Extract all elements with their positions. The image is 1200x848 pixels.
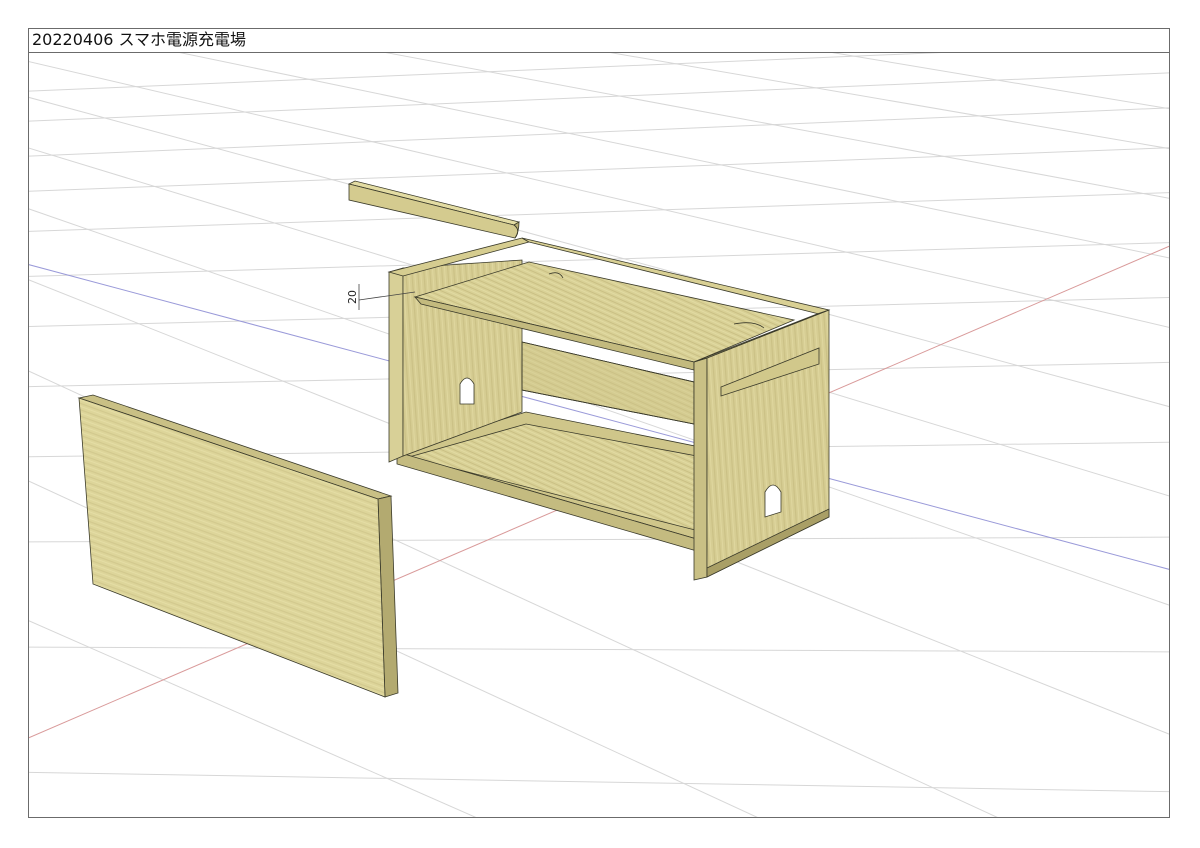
lid-slat-part (347, 180, 521, 239)
drawing-title: 20220406 スマホ電源充電場 (32, 30, 247, 49)
drawing-frame: 20220406 スマホ電源充電場 20 (28, 28, 1170, 818)
3d-scene: 20 (29, 52, 1169, 817)
box-body-part (387, 237, 831, 581)
title-bar: 20220406 スマホ電源充電場 (29, 29, 1169, 53)
front-panel-part (77, 394, 399, 698)
dimension-label: 20 (346, 290, 359, 304)
3d-viewport[interactable]: 20 (29, 52, 1169, 817)
